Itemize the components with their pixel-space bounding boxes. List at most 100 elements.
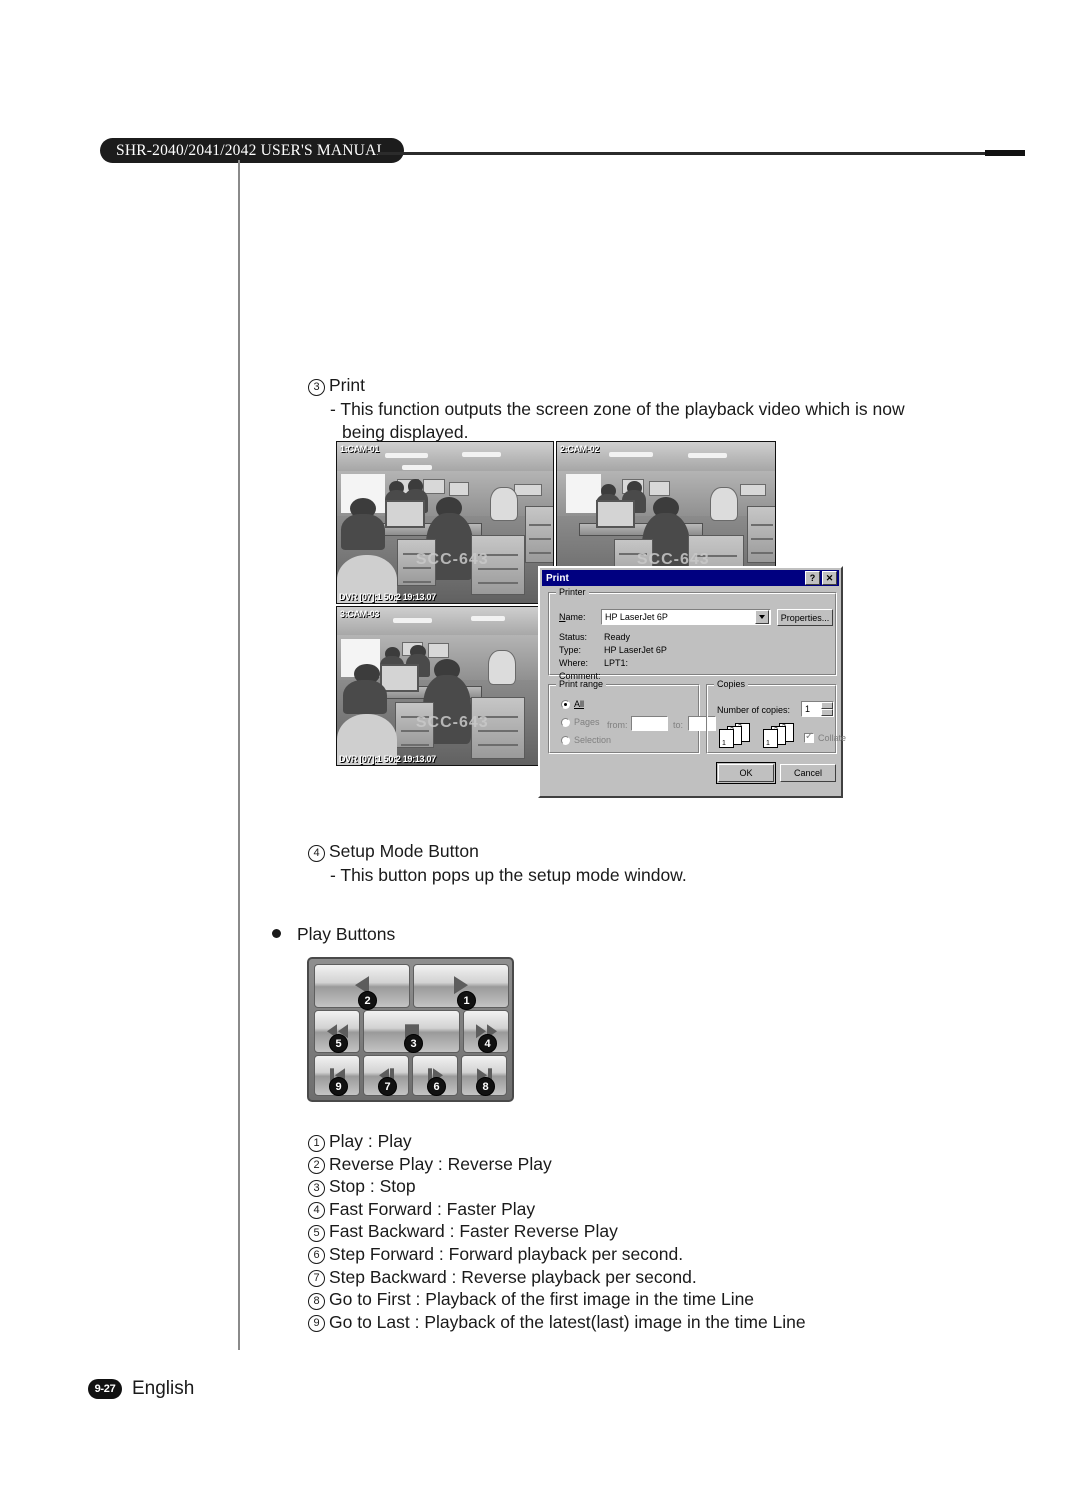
close-icon[interactable]: ✕ (822, 571, 837, 585)
page-mark: 1 (722, 740, 726, 747)
legend-item: 8 Go to First : Playback of the first ima… (308, 1288, 806, 1311)
legend-number: 3 (308, 1179, 325, 1197)
legend-text: Go to First : Playback of the first imag… (329, 1289, 755, 1310)
legend-item: 3 Stop : Stop (308, 1175, 806, 1198)
printer-type-label: Type: (559, 645, 582, 655)
legend-number: 7 (308, 1270, 325, 1288)
print-range-group-label: Print range (556, 679, 607, 689)
legend-item: 6 Step Forward : Forward playback per sec… (308, 1243, 806, 1266)
print-range-group: Print range All Pages from: to: Selectio… (548, 679, 716, 754)
printer-where-value: LPT1: (604, 658, 629, 668)
legend-text: Step Backward : Reverse playback per sec… (329, 1266, 697, 1287)
printer-where-label: Where: (559, 658, 589, 668)
printer-name-select[interactable]: HP LaserJet 6P (601, 609, 771, 625)
legend-text: Step Forward : Forward playback per seco… (329, 1243, 684, 1264)
copies-group-label: Copies (714, 679, 749, 689)
section-setup-mode: 4 Setup Mode Button - This button pops up… (308, 840, 687, 887)
badge-1: 1 (457, 991, 476, 1010)
play-button[interactable]: 1 (413, 964, 509, 1010)
section-play-buttons-title: Play Buttons (297, 924, 396, 944)
section-print: 3 Print - This function outputs the scree… (308, 374, 905, 445)
radio-selection-icon (561, 735, 570, 745)
manual-title: SHR-2040/2041/2042 USER'S MANUAL (100, 138, 405, 163)
dialog-titlebar: Print ? ✕ (542, 570, 839, 586)
bullet-icon (272, 929, 281, 938)
dialog-title: Print (546, 572, 569, 584)
footer-language: English (132, 1378, 195, 1399)
section-play-buttons-heading: Play Buttons (272, 923, 395, 947)
badge-5: 5 (329, 1034, 348, 1053)
legend-number: 6 (308, 1247, 325, 1265)
step-backward-button[interactable]: 7 (363, 1055, 409, 1096)
legend-number: 8 (308, 1292, 325, 1310)
video-panel-1[interactable]: 1:CAM-01 SCC-643 DVR [07]:1 50:2 19:13.0… (336, 441, 554, 604)
video-scene (337, 607, 553, 765)
chevron-down-icon[interactable] (755, 610, 769, 624)
badge-6: 6 (427, 1077, 446, 1096)
radio-selection-label: Selection (574, 735, 612, 745)
copies-number-label: Number of copies: (717, 705, 791, 715)
pages-to-label: to: (673, 720, 684, 730)
printer-name-label: NName:ame: (559, 612, 586, 622)
section-print-title: Print (329, 375, 365, 395)
page-footer: 9-27 English (88, 1378, 194, 1400)
go-to-last-button[interactable]: 9 (314, 1055, 360, 1096)
section-setup-heading: 4 Setup Mode Button (308, 840, 687, 864)
cancel-button[interactable]: Cancel (780, 764, 836, 782)
collate-checkbox[interactable]: Collate (804, 731, 847, 743)
radio-pages[interactable]: Pages (561, 717, 600, 727)
radio-all-icon (561, 699, 570, 709)
properties-button[interactable]: Properties... (777, 609, 833, 626)
help-icon[interactable]: ? (805, 571, 820, 585)
stop-button[interactable]: 3 (363, 1010, 460, 1053)
step-forward-button[interactable]: 6 (412, 1055, 458, 1096)
radio-all[interactable]: All (561, 699, 584, 709)
video-panel-3-label: 3:CAM-03 (340, 609, 380, 619)
legend-item: 2 Reverse Play : Reverse Play (308, 1153, 806, 1176)
checkbox-icon (804, 731, 814, 743)
video-panel-3[interactable]: 3:CAM-03 SCC-643 DVR [07]:1 50:2 19:13.0… (336, 606, 554, 766)
video-panel-3-timestamp: DVR [07]:1 50:2 19:13.07 (339, 754, 436, 764)
copies-group: Copies Number of copies: 1 3 2 1 3 2 1 C… (706, 679, 846, 754)
legend-text: Fast Backward : Faster Reverse Play (329, 1221, 618, 1242)
print-dialog[interactable]: Print ? ✕ Printer NName:ame: HP LaserJet… (538, 566, 846, 798)
badge-3: 3 (404, 1034, 423, 1053)
radio-pages-label: Pages (574, 717, 600, 727)
printer-type-value: HP LaserJet 6P (604, 645, 667, 655)
legend-number: 9 (308, 1315, 325, 1333)
printer-group: Printer NName:ame: HP LaserJet 6P Proper… (548, 587, 837, 681)
legend-item: 1 Play : Play (308, 1130, 806, 1153)
legend-number: 2 (308, 1157, 325, 1175)
video-panel-2-label: 2:CAM-02 (560, 444, 600, 454)
section-setup-number: 4 (308, 844, 325, 862)
legend-text: Reverse Play : Reverse Play (329, 1153, 552, 1174)
ok-button[interactable]: OK (716, 762, 776, 784)
printer-name-value: HP LaserJet 6P (605, 612, 668, 622)
section-print-desc-1: - This function outputs the screen zone … (330, 398, 905, 419)
legend-number: 1 (308, 1134, 325, 1152)
header-divider (378, 152, 1025, 155)
left-margin-rule (238, 160, 240, 1350)
header-divider-cap (985, 150, 1025, 156)
badge-2: 2 (358, 991, 377, 1010)
legend-item: 9 Go to Last : Playback of the latest(las… (308, 1311, 806, 1334)
video-scene (337, 442, 553, 603)
video-panel-3-watermark: SCC-643 (415, 714, 489, 732)
collate-label: Collate (818, 733, 847, 743)
printer-status-value: Ready (604, 632, 631, 642)
reverse-play-button[interactable]: 2 (314, 964, 410, 1010)
legend-item: 7 Step Backward : Reverse playback per se… (308, 1266, 806, 1289)
section-setup-title: Setup Mode Button (329, 841, 479, 861)
badge-4: 4 (478, 1034, 497, 1053)
badge-9: 9 (329, 1077, 348, 1096)
go-to-first-button[interactable]: 8 (461, 1055, 507, 1096)
fast-backward-button[interactable]: 5 (314, 1010, 360, 1053)
fast-forward-button[interactable]: 4 (463, 1010, 509, 1053)
section-print-number: 3 (308, 378, 325, 396)
pages-from-input[interactable] (631, 716, 668, 731)
section-setup-desc-1: - This button pops up the setup mode win… (330, 864, 687, 885)
legend-item: 5 Fast Backward : Faster Reverse Play (308, 1220, 806, 1243)
spinner-arrows-icon[interactable] (821, 702, 833, 716)
radio-selection[interactable]: Selection (561, 735, 611, 745)
copies-number-stepper[interactable]: 1 (801, 701, 834, 717)
